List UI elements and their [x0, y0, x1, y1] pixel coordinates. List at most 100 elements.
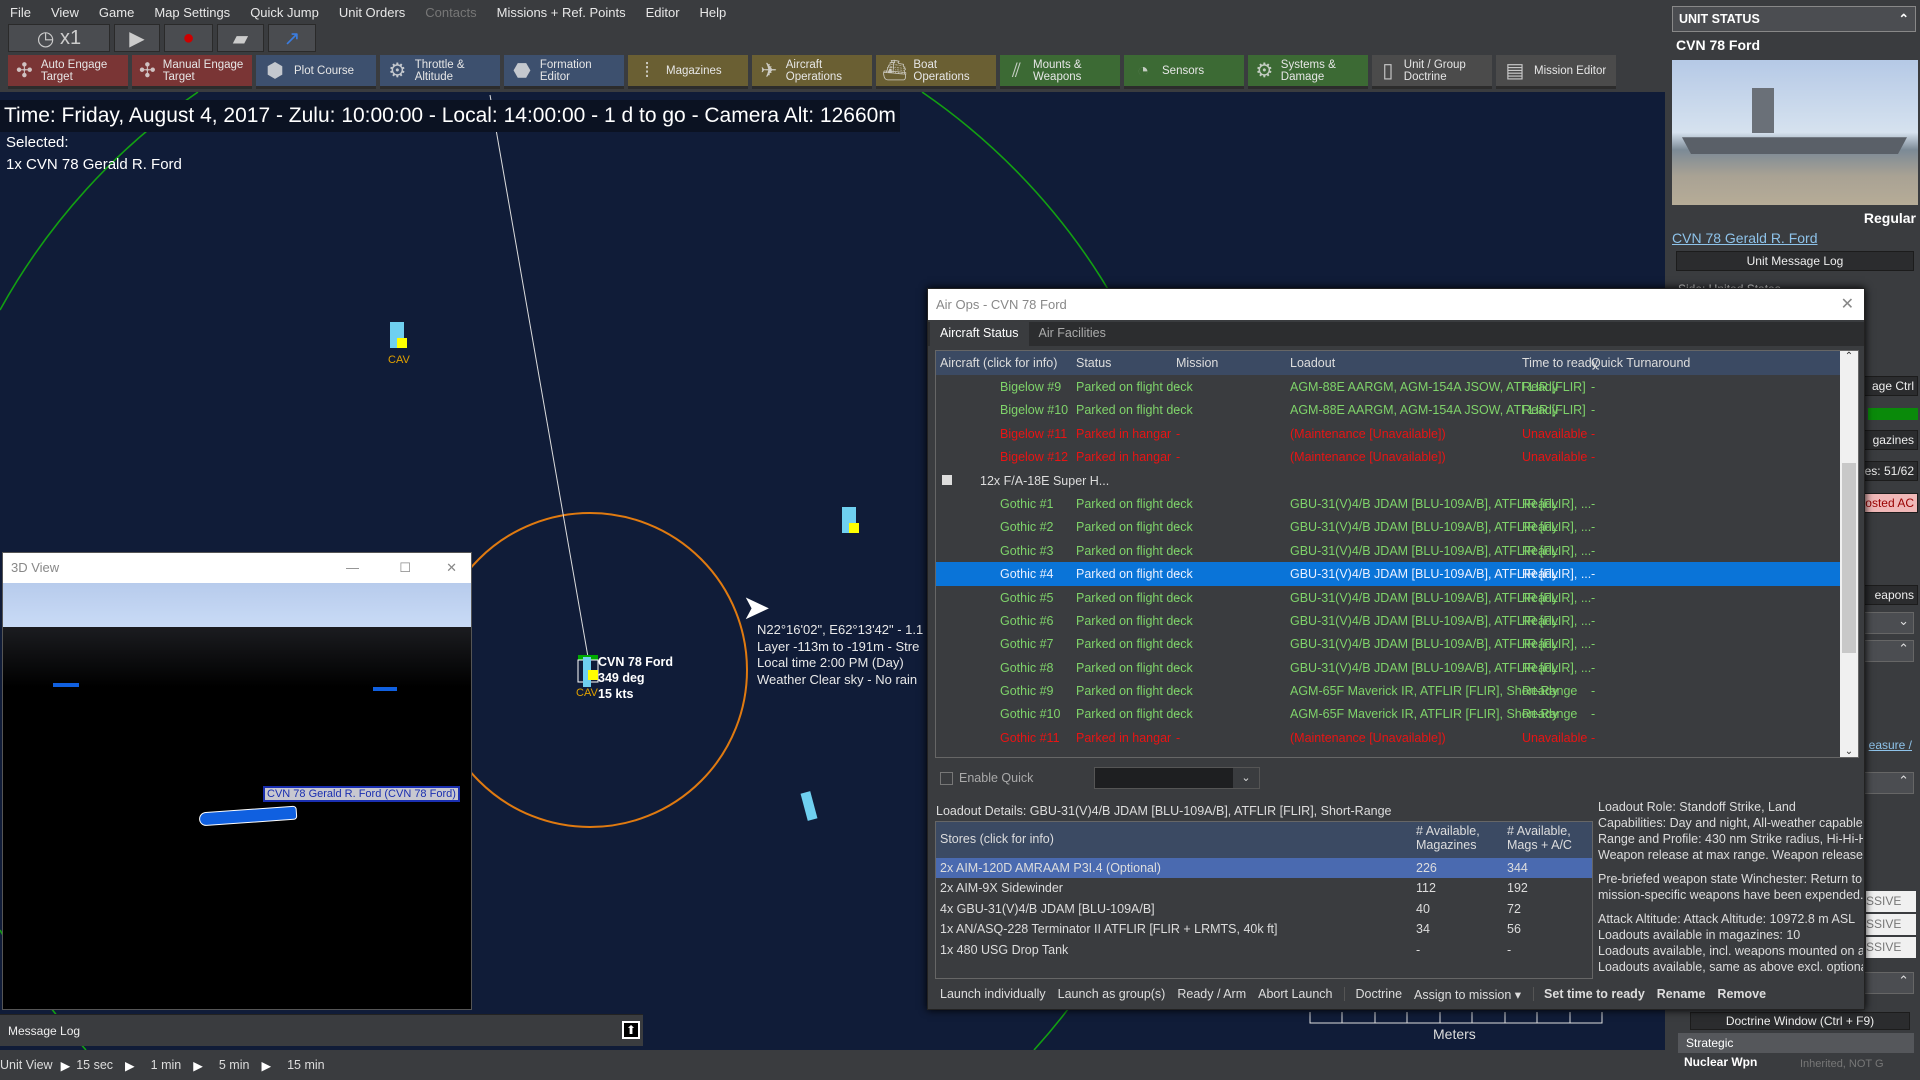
aircraft-operations-button[interactable]: ✈ Aircraft Operations [752, 55, 872, 89]
unit-message-log-button[interactable]: Unit Message Log [1676, 251, 1914, 271]
systems-damage-button[interactable]: ⚙ Systems & Damage [1248, 55, 1368, 89]
maximize-icon[interactable]: ☐ [399, 553, 411, 583]
menu-game[interactable]: Game [99, 5, 134, 20]
menu-contacts[interactable]: Contacts [425, 5, 476, 20]
carrier-model[interactable] [198, 805, 298, 827]
damage-control-button[interactable]: age Ctrl [1858, 376, 1918, 396]
record-button[interactable]: ● [164, 24, 213, 52]
assign-to-mission-button[interactable]: Assign to mission ▾ [1414, 987, 1521, 1002]
boat-operations-button[interactable]: ⛴ Boat Operations [876, 55, 996, 89]
close-icon[interactable]: ✕ [446, 553, 457, 583]
weapons-button[interactable]: eapons [1858, 585, 1918, 605]
column-header[interactable]: Time to ready [1522, 356, 1598, 370]
store-row[interactable]: 2x AIM-120D AMRAAM P3I.4 (Optional) 226 34… [936, 858, 1592, 879]
collapse-icon[interactable] [942, 474, 952, 485]
column-header[interactable]: Loadout [1290, 356, 1335, 370]
doctrine-window-button[interactable]: Doctrine Window (Ctrl + F9) [1690, 1012, 1910, 1030]
column-header[interactable]: Status [1076, 356, 1111, 370]
expand-icon[interactable]: ⌄ [1860, 612, 1914, 634]
play-step-icon[interactable]: ▶ [261, 1058, 271, 1073]
minimize-icon[interactable]: — [346, 553, 359, 583]
remove-button[interactable]: Remove [1717, 987, 1766, 1001]
play-step-icon[interactable]: ▶ [193, 1058, 203, 1073]
step-15sec[interactable]: 15 sec [76, 1058, 113, 1072]
column-header[interactable]: Quick Turnaround [1591, 356, 1690, 370]
step-15min[interactable]: 15 min [287, 1058, 325, 1072]
group-row[interactable]: 12x F/A-18E Super H... [936, 469, 1858, 492]
mounts-weapons-button[interactable]: ⫽ Mounts & Weapons [1000, 55, 1120, 89]
table-row[interactable]: Gothic #11 Parked in hangar - (Maintenance … [936, 726, 1858, 749]
collapse-icon[interactable]: ⌃ [1860, 772, 1914, 794]
abort-launch-button[interactable]: Abort Launch [1258, 987, 1332, 1001]
column-header[interactable]: Mission [1176, 356, 1218, 370]
menu-file[interactable]: File [10, 5, 31, 20]
store-row[interactable]: 1x 480 USG Drop Tank - - [936, 940, 1592, 960]
emcon-passive[interactable]: SSIVE [1866, 891, 1916, 912]
magazines-button[interactable]: gazines [1858, 430, 1918, 450]
selected-ship-icon[interactable] [577, 655, 599, 687]
play-step-icon[interactable]: ▶ [125, 1058, 135, 1073]
plot-course-button[interactable]: ⬢ Plot Course [256, 55, 376, 89]
hosted-ac-button[interactable]: osted AC [1858, 493, 1918, 513]
ready-arm-button[interactable]: Ready / Arm [1177, 987, 1246, 1001]
magazines-button[interactable]: ⁞ Magazines [628, 55, 748, 89]
manual-engage-target-button[interactable]: ✣ Manual Engage Target [132, 55, 252, 89]
doctrine-button[interactable]: Doctrine [1344, 987, 1402, 1001]
launch-as-group-s-button[interactable]: Launch as group(s) [1058, 987, 1166, 1001]
nuclear-setting[interactable]: Inherited, NOT G [1800, 1058, 1884, 1070]
countermeasure-link[interactable]: easure / [1869, 738, 1912, 752]
emcon-passive[interactable]: SSIVE [1866, 937, 1916, 958]
expand-up-icon[interactable]: ⬆ [622, 1021, 640, 1039]
menu-editor[interactable]: Editor [646, 5, 680, 20]
aircraft-count[interactable]: es: 51/62 [1858, 461, 1918, 481]
store-row[interactable]: 2x AIM-9X Sidewinder 112 192 [936, 878, 1592, 898]
quick-turnaround-dropdown[interactable]: ⌄ [1094, 767, 1260, 789]
menu-unit-orders[interactable]: Unit Orders [339, 5, 405, 20]
table-row[interactable]: Bigelow #10 Parked on flight deck - AGM-88E… [936, 398, 1858, 421]
table-row[interactable]: Gothic #6 Parked on flight deck - GBU-31(V)… [936, 609, 1858, 632]
collapse-icon[interactable]: ⌃ [1899, 7, 1909, 31]
play-button[interactable]: ▶ [114, 24, 160, 52]
menu-quick-jump[interactable]: Quick Jump [250, 5, 319, 20]
throttle-altitude-button[interactable]: ⚙ Throttle & Altitude [380, 55, 500, 89]
table-row[interactable]: Gothic #7 Parked on flight deck - GBU-31(V)… [936, 632, 1858, 655]
table-row[interactable]: Gothic #10 Parked on flight deck - AGM-65F … [936, 702, 1858, 725]
3d-view-window[interactable]: 3D View — ☐ ✕ CVN 78 Gerald R. Ford (CVN… [2, 552, 472, 1010]
menu-view[interactable]: View [51, 5, 79, 20]
unit-group-doctrine-button[interactable]: ▯ Unit / Group Doctrine [1372, 55, 1492, 89]
unit-link[interactable]: CVN 78 Gerald R. Ford [1672, 230, 1818, 246]
play-step-icon[interactable]: ▶ [61, 1058, 71, 1073]
enable-quick-checkbox[interactable] [940, 772, 953, 785]
table-row[interactable]: Gothic #1 Parked on flight deck - GBU-31(V)… [936, 492, 1858, 515]
scrollbar[interactable]: ⌃ ⌄ [1840, 351, 1858, 757]
set-time-to-ready-button[interactable]: Set time to ready [1533, 987, 1645, 1001]
menu-help[interactable]: Help [700, 5, 727, 20]
tab-aircraft-status[interactable]: Aircraft Status [930, 322, 1029, 346]
table-row[interactable]: Bigelow #11 Parked in hangar - (Maintenance… [936, 422, 1858, 445]
menu-map-settings[interactable]: Map Settings [154, 5, 230, 20]
table-row[interactable]: Gothic #3 Parked on flight deck - GBU-31(V)… [936, 539, 1858, 562]
column-header[interactable]: Aircraft (click for info) [940, 356, 1057, 370]
rename-button[interactable]: Rename [1657, 987, 1706, 1001]
unit-icon-2[interactable] [842, 507, 859, 533]
table-row[interactable]: Bigelow #9 Parked on flight deck - AGM-88E … [936, 375, 1858, 398]
mission-editor-button[interactable]: ▤ Mission Editor [1496, 55, 1616, 89]
table-row[interactable]: Gothic #9 Parked on flight deck - AGM-65F M… [936, 679, 1858, 702]
store-row[interactable]: 1x AN/ASQ-228 Terminator II ATFLIR [FLIR… [936, 919, 1592, 939]
tab-air-facilities[interactable]: Air Facilities [1029, 322, 1116, 346]
unit-icon-1[interactable] [390, 322, 407, 348]
layers-button[interactable]: ▰ [217, 24, 264, 52]
formation-editor-button[interactable]: ⬣ Formation Editor [504, 55, 624, 89]
jump-button[interactable]: ↗ [268, 24, 316, 52]
store-row[interactable]: 4x GBU-31(V)4/B JDAM [BLU-109A/B] 40 72 [936, 899, 1592, 919]
table-row[interactable]: Bigelow #12 Parked in hangar - (Maintenance… [936, 445, 1858, 468]
step-1min[interactable]: 1 min [151, 1058, 182, 1072]
table-row[interactable]: Gothic #2 Parked on flight deck - GBU-31(V)… [936, 515, 1858, 538]
table-row[interactable]: Gothic #8 Parked on flight deck - GBU-31(V)… [936, 656, 1858, 679]
collapse-icon[interactable]: ⌃ [1860, 640, 1914, 662]
scrollbar-thumb[interactable] [1842, 463, 1856, 653]
sensors-button[interactable]: ◔ Sensors [1124, 55, 1244, 89]
close-icon[interactable]: ✕ [1841, 289, 1854, 320]
table-row[interactable]: Gothic #5 Parked on flight deck - GBU-31(V)… [936, 586, 1858, 609]
menu-missions-ref-points[interactable]: Missions + Ref. Points [497, 5, 626, 20]
